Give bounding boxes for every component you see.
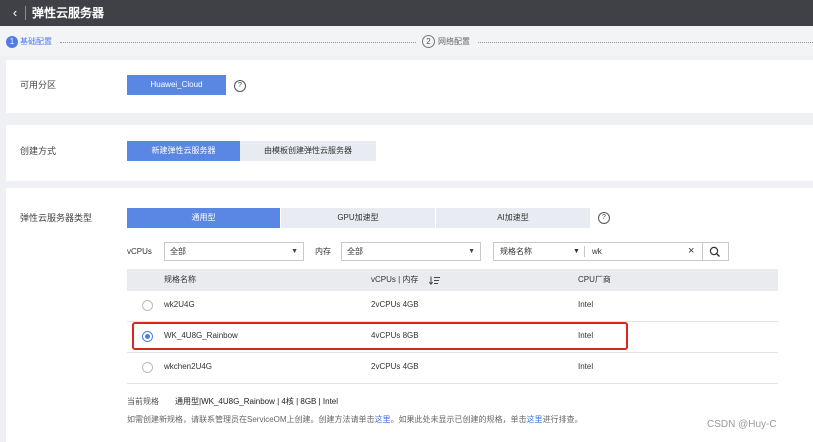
- note-text: 进行排查。: [542, 415, 583, 424]
- row-spec-size: 2vCPUs 4GB: [371, 362, 419, 371]
- availability-zone-button[interactable]: Huawei_Cloud: [127, 75, 226, 95]
- vcpus-select[interactable]: 全部 ▼: [164, 242, 304, 261]
- step-2-indicator: 2: [422, 35, 435, 48]
- tab-ai[interactable]: AI加速型: [436, 208, 590, 228]
- column-header-spec[interactable]: vCPUs | 内存: [371, 274, 418, 286]
- vcpus-select-value: 全部: [170, 247, 186, 256]
- search-divider: [584, 246, 585, 257]
- memory-filter-label: 内存: [315, 247, 331, 256]
- title-separator: [25, 6, 26, 20]
- search-input[interactable]: wk: [592, 243, 602, 260]
- search-divider: [702, 243, 703, 260]
- new-server-button[interactable]: 新建弹性云服务器: [127, 141, 240, 161]
- caret-down-icon[interactable]: ▼: [573, 243, 580, 260]
- selected-row-highlight: [132, 322, 628, 350]
- row-spec-name: wk2U4G: [164, 300, 195, 309]
- memory-select[interactable]: 全部 ▼: [341, 242, 481, 261]
- row-spec-name: wkchen2U4G: [164, 362, 213, 371]
- table-row[interactable]: wkchen2U4G 2vCPUs 4GB Intel: [127, 353, 778, 384]
- from-template-button[interactable]: 由模板创建弹性云服务器: [240, 141, 376, 161]
- row-radio[interactable]: [142, 300, 153, 311]
- create-method-label: 创建方式: [20, 146, 57, 156]
- spec-help-note: 如需创建新规格，请联系管理员在ServiceOM上创建。创建方法请单击这里。如果…: [127, 414, 583, 426]
- help-link[interactable]: 这里: [375, 415, 391, 424]
- top-bar: ‹ 弹性云服务器: [0, 0, 813, 26]
- caret-down-icon: ▼: [468, 248, 475, 255]
- memory-select-value: 全部: [347, 247, 363, 256]
- page-title: 弹性云服务器: [32, 6, 105, 20]
- troubleshoot-link[interactable]: 这里: [527, 415, 543, 424]
- spec-search: 规格名称 ▼ wk ×: [493, 242, 729, 261]
- tab-gpu[interactable]: GPU加速型: [281, 208, 435, 228]
- row-spec-size: 2vCPUs 4GB: [371, 300, 419, 309]
- search-icon[interactable]: [708, 246, 722, 258]
- step-1-label: 基础配置: [20, 37, 52, 46]
- sort-icon[interactable]: [429, 276, 441, 285]
- row-radio[interactable]: [142, 362, 153, 373]
- table-header: 规格名称 vCPUs | 内存 CPU厂商: [127, 269, 778, 291]
- step-progress: 1 基础配置 2 网络配置: [0, 26, 813, 56]
- step-2-label: 网络配置: [438, 37, 470, 46]
- current-spec-value: 通用型|WK_4U8G_Rainbow | 4核 | 8GB | Intel: [175, 397, 339, 406]
- row-vendor: Intel: [578, 300, 594, 309]
- column-header-vendor: CPU厂商: [578, 275, 611, 284]
- tab-general[interactable]: 通用型: [127, 208, 280, 228]
- watermark: CSDN @Huy-C: [707, 419, 777, 430]
- caret-down-icon: ▼: [291, 248, 298, 255]
- question-circle-icon[interactable]: ?: [234, 80, 246, 92]
- step-connector-trailing: [478, 42, 813, 43]
- table-row[interactable]: wk2U4G 2vCPUs 4GB Intel: [127, 291, 778, 322]
- note-text: 。如果此处未显示已创建的规格，单击: [390, 415, 527, 424]
- step-1-indicator: 1: [6, 36, 18, 48]
- availability-zone-label: 可用分区: [20, 80, 57, 90]
- chevron-left-icon[interactable]: ‹: [8, 5, 22, 21]
- row-vendor: Intel: [578, 362, 594, 371]
- step-connector: [60, 42, 416, 43]
- note-text: 如需创建新规格，请联系管理员在ServiceOM上创建。创建方法请单击: [127, 415, 375, 424]
- server-type-label: 弹性云服务器类型: [20, 213, 93, 223]
- current-spec-label: 当前规格: [127, 397, 159, 406]
- close-icon[interactable]: ×: [688, 243, 694, 260]
- search-field-select[interactable]: 规格名称: [500, 243, 532, 260]
- column-header-name: 规格名称: [164, 275, 196, 284]
- question-circle-icon[interactable]: ?: [598, 212, 610, 224]
- vcpus-filter-label: vCPUs: [127, 247, 152, 256]
